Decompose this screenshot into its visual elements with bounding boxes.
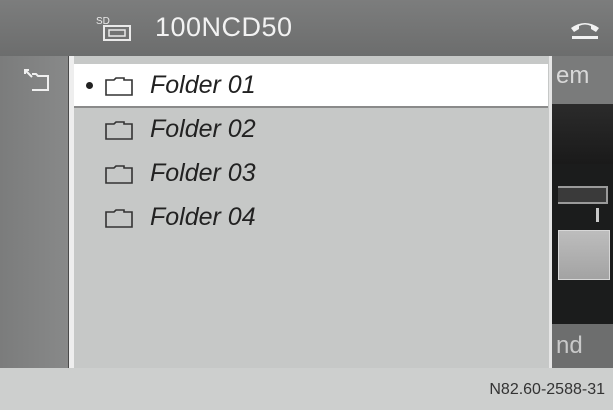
sd-card-icon: SD <box>96 16 131 41</box>
folder-up-icon[interactable] <box>22 68 50 92</box>
right-panel-background <box>552 104 613 164</box>
right-column: em nd <box>552 56 613 368</box>
right-menu-item-top[interactable]: em <box>552 56 613 104</box>
right-panel-tick <box>596 208 599 222</box>
folder-list: Folder 01 Folder 02 Folder 03 Folder 04 <box>74 56 552 368</box>
right-panel-bar <box>558 186 608 204</box>
right-menu-item-bottom[interactable]: nd <box>552 324 613 368</box>
folder-icon <box>105 121 133 140</box>
folder-label: Folder 01 <box>150 71 256 99</box>
list-item-folder-01[interactable]: Folder 01 <box>74 64 548 108</box>
folder-label: Folder 03 <box>150 159 256 187</box>
list-item-folder-03[interactable]: Folder 03 <box>74 152 548 196</box>
left-column <box>0 56 68 368</box>
right-menu-label-top: em <box>556 62 590 89</box>
list-item-folder-04[interactable]: Folder 04 <box>74 196 548 240</box>
folder-label: Folder 04 <box>150 203 256 231</box>
source-title: 100NCD50 <box>155 12 293 42</box>
reference-code: N82.60-2588-31 <box>489 381 605 398</box>
folder-icon <box>105 165 133 184</box>
header-bar: SD 100NCD50 <box>0 0 613 56</box>
phone-icon[interactable] <box>568 16 602 42</box>
folder-icon <box>105 77 133 96</box>
right-panel-thumbnail <box>558 230 610 280</box>
footer: N82.60-2588-31 <box>0 368 613 410</box>
selected-bullet-icon <box>86 82 93 89</box>
folder-icon <box>105 209 133 228</box>
right-menu-label-bottom: nd <box>556 332 583 359</box>
folder-label: Folder 02 <box>150 115 256 143</box>
list-item-folder-02[interactable]: Folder 02 <box>74 108 548 152</box>
